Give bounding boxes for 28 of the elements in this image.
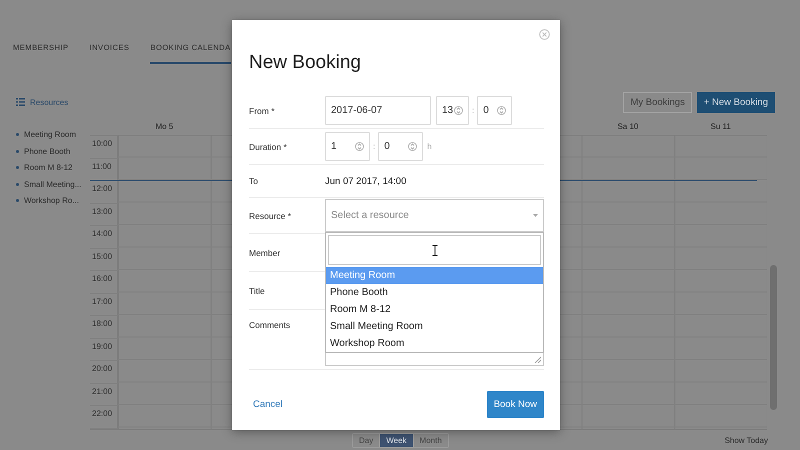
time-label: 13:00 xyxy=(92,206,112,216)
field-label: Duration * xyxy=(249,142,288,152)
day-header: Su 11 xyxy=(710,122,731,130)
time-label: 22:00 xyxy=(92,409,112,418)
time-label: 11:00 xyxy=(92,162,112,170)
unit-label: h xyxy=(427,142,432,151)
time-separator: : xyxy=(373,142,376,151)
time-label: 12:00 xyxy=(92,184,112,193)
time-label: 18:00 xyxy=(92,319,112,328)
time-label: 16:00 xyxy=(92,274,112,283)
time-label: 15:00 xyxy=(92,252,112,260)
day-header: Sa 10 xyxy=(617,122,638,130)
time-separator: : xyxy=(472,106,474,115)
field-label: Comments xyxy=(249,320,292,330)
dialog-title: New Booking xyxy=(249,51,362,75)
field-label: Title xyxy=(249,286,266,296)
field-label: From * xyxy=(249,106,276,116)
field-label: To xyxy=(249,176,259,186)
time-label: 14:00 xyxy=(92,229,112,238)
day-header: Mo 5 xyxy=(155,122,174,130)
time-label: 10:00 xyxy=(92,139,112,148)
field-label: Resource * xyxy=(249,210,292,220)
time-label: 19:00 xyxy=(92,342,112,350)
end-time-value: Jun 07 2017, 14:00 xyxy=(325,176,406,186)
time-label: 17:00 xyxy=(92,296,112,306)
time-label: 20:00 xyxy=(92,364,112,373)
field-label: Member xyxy=(249,248,282,258)
time-label: 21:00 xyxy=(92,386,112,396)
